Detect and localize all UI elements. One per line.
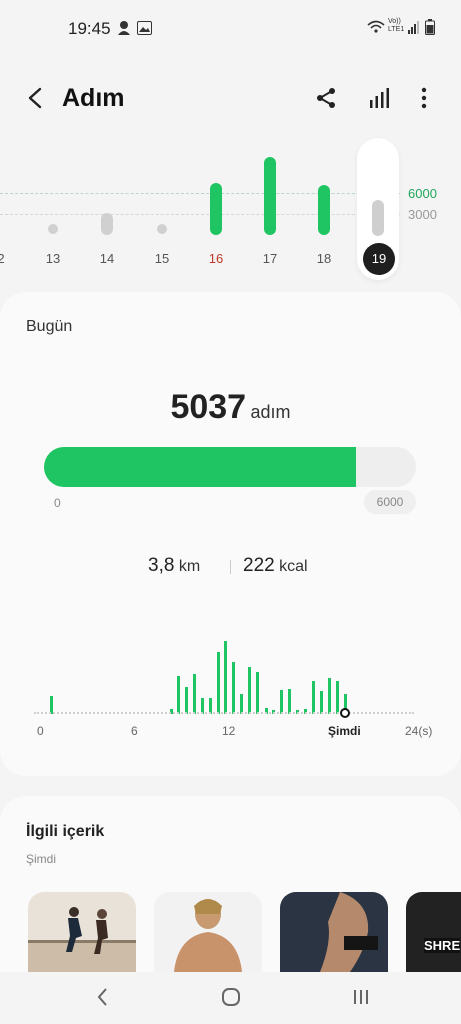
day-label: 13 xyxy=(45,251,61,266)
day-column[interactable]: 14 xyxy=(92,150,122,270)
hourly-bar xyxy=(288,689,291,714)
calories-stat: 222 kcal xyxy=(243,555,308,577)
progress-max-label: 6000 xyxy=(364,490,416,514)
fitness-image xyxy=(154,892,262,972)
axis-label-12: 12 xyxy=(222,724,236,738)
axis-label-0: 0 xyxy=(37,724,44,738)
day-label: 15 xyxy=(154,251,170,266)
hourly-bar xyxy=(336,681,339,714)
steps-value: 5037 xyxy=(170,388,247,426)
running-image xyxy=(28,892,136,972)
back-button[interactable] xyxy=(22,84,50,112)
nav-home-button[interactable] xyxy=(220,986,242,1008)
hourly-bar xyxy=(240,694,243,714)
hourly-baseline xyxy=(34,712,414,714)
more-vert-icon xyxy=(421,87,427,109)
related-title: İlgili içerik xyxy=(26,823,105,840)
share-button[interactable] xyxy=(314,86,340,112)
hourly-bar xyxy=(193,674,196,714)
calories-value: 222 xyxy=(243,555,275,576)
day-label: 2 xyxy=(0,251,5,266)
day-column[interactable]: 13 xyxy=(38,150,68,270)
nav-recents-button[interactable] xyxy=(350,986,372,1008)
hourly-bar xyxy=(217,652,220,714)
day-bar xyxy=(48,224,58,234)
hourly-bar xyxy=(232,662,235,714)
network-label: Vo)) LTE1 xyxy=(388,18,405,33)
now-marker xyxy=(340,708,350,718)
stat-divider xyxy=(230,560,231,574)
distance-stat: 3,8 km xyxy=(148,555,200,577)
hourly-bar xyxy=(248,667,251,714)
distance-value: 3,8 xyxy=(148,555,175,576)
signal-icon xyxy=(408,20,420,39)
navigation-bar xyxy=(0,972,461,1024)
hourly-bar xyxy=(280,690,283,714)
steps-unit: adım xyxy=(250,402,291,422)
day-column[interactable]: 15 xyxy=(147,150,177,270)
day-bar xyxy=(264,157,276,235)
nav-back-icon xyxy=(97,988,107,1006)
calories-unit: kcal xyxy=(279,558,308,575)
nav-back-button[interactable] xyxy=(94,986,114,1008)
hourly-bar xyxy=(177,676,180,714)
image-icon xyxy=(137,21,152,40)
goal-label-6000: 6000 xyxy=(408,186,437,201)
related-thumb-shred[interactable]: SHRE xyxy=(406,892,461,972)
axis-label-24: 24(s) xyxy=(405,724,433,738)
chevron-left-icon xyxy=(28,87,42,109)
day-label: 16 xyxy=(208,251,224,266)
axis-label-now: Şimdi xyxy=(328,724,361,738)
day-bar xyxy=(101,213,113,235)
day-bar xyxy=(372,200,384,236)
axis-label-6: 6 xyxy=(131,724,138,738)
distance-unit: km xyxy=(178,558,201,575)
day-bar xyxy=(318,185,330,235)
goal-label-3000: 3000 xyxy=(408,207,437,222)
page-title: Adım xyxy=(62,84,125,112)
recents-icon xyxy=(354,990,368,1004)
step-count: 5037 adım xyxy=(0,388,461,427)
progress-min-label: 0 xyxy=(54,496,61,510)
day-column[interactable]: 17 xyxy=(255,150,285,270)
home-icon xyxy=(222,988,240,1006)
day-label: 18 xyxy=(316,251,332,266)
thumb-caption: SHRE xyxy=(424,938,461,953)
hourly-bar xyxy=(185,687,188,714)
hourly-bar xyxy=(320,691,323,714)
notification-icon xyxy=(116,19,132,42)
hourly-bar xyxy=(224,641,227,714)
day-column[interactable]: 2 xyxy=(0,150,16,270)
share-icon xyxy=(317,88,335,108)
related-thumb-workout[interactable] xyxy=(280,892,388,972)
hourly-chart xyxy=(34,630,414,720)
wifi-icon xyxy=(367,20,385,39)
day-column[interactable]: 16 xyxy=(201,150,231,270)
day-label: 14 xyxy=(99,251,115,266)
bar-chart-icon xyxy=(370,88,389,108)
day-bar xyxy=(210,183,222,235)
workout-image xyxy=(280,892,388,972)
trends-button[interactable] xyxy=(367,86,393,112)
status-time: 19:45 xyxy=(68,19,111,38)
hourly-bar xyxy=(328,678,331,714)
hourly-bar xyxy=(312,681,315,714)
progress-fill xyxy=(44,447,356,487)
status-bar: 19:45 Vo)) LTE1 xyxy=(0,0,461,56)
day-label: 17 xyxy=(262,251,278,266)
related-thumb-fitness[interactable] xyxy=(154,892,262,972)
day-column[interactable]: 18 xyxy=(309,150,339,270)
selected-day-label: 19 xyxy=(363,243,395,275)
related-subtitle: Şimdi xyxy=(26,852,57,866)
hourly-bar xyxy=(256,672,259,714)
battery-icon xyxy=(425,19,435,40)
related-thumb-running[interactable] xyxy=(28,892,136,972)
day-bar xyxy=(157,224,167,234)
today-label: Bugün xyxy=(26,318,73,335)
more-options-button[interactable] xyxy=(414,86,434,112)
